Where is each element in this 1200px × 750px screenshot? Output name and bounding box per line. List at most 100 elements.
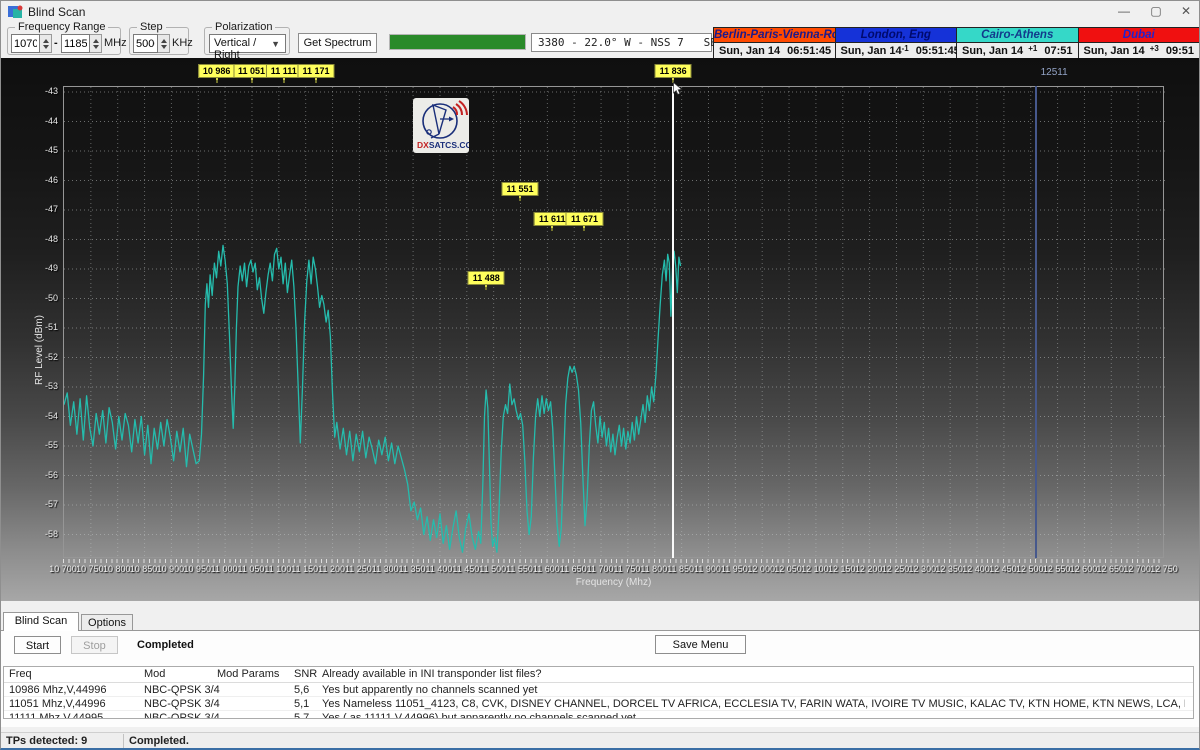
step-label: Step [137,21,166,33]
x-tick-label: 12 500 [1016,564,1044,574]
minor-ticks [63,559,1164,563]
stepper-arrows[interactable] [158,34,170,53]
frequency-range-label: Frequency Range [15,21,108,33]
status-bar: TPs detected: 9 Completed. [1,732,1199,749]
y-tick-label: -56 [1,470,58,480]
table-header-row: Freq Mod Mod Params SNR Already available in… [4,667,1193,683]
x-tick-label: 10 900 [157,564,185,574]
cursor-line [672,86,674,558]
cell-snr: 5,1 [294,698,309,710]
cell-freq: 11111 Mhz,V,44995 [9,712,103,719]
tab-blind-scan[interactable]: Blind Scan [3,612,79,631]
khz-unit-label: KHz [172,37,193,49]
x-tick-label: 12 100 [801,564,829,574]
status-divider [123,734,124,749]
clock-city-label: Dubai [1079,28,1200,43]
y-tick-label: -53 [1,381,58,391]
x-tick-label: 11 600 [533,564,560,574]
x-tick-label: 11 250 [345,564,372,574]
marker-flag: 11 836 [655,64,692,78]
x-tick-label: 12 050 [774,564,802,574]
clock-3: Cairo-AthensSun, Jan 14+107:51 [957,28,1079,60]
y-tick-label: -51 [1,322,58,332]
x-tick-label: 12 600 [1070,564,1098,574]
cell-mod: NBC-QPSK 3/4 [144,698,220,710]
cell-snr: 5,7 [294,712,309,719]
clock-date: Sun, Jan 14 [719,45,780,57]
frequency-from-input[interactable] [11,34,40,53]
table-row[interactable]: 11111 Mhz,V,44995NBC-QPSK 3/45,7Yes ( as… [4,711,1193,719]
x-tick-label: 11 850 [667,564,694,574]
dxsatcs-logo: DXSATCS.COM [413,98,469,153]
x-tick-label: 11 700 [587,564,614,574]
x-tick-label: 11 900 [694,564,721,574]
save-menu-button[interactable]: Save Menu [655,635,746,654]
maximize-icon[interactable]: ▢ [1141,1,1171,23]
table-row[interactable]: 10986 Mhz,V,44996NBC-QPSK 3/45,6Yes but … [4,683,1193,697]
clock-city-label: Cairo-Athens [957,28,1079,43]
x-tick-label: 11 750 [613,564,640,574]
polarization-group: Polarization Vertical / Right ▼ [204,27,290,55]
x-tick-label: 11 200 [318,564,345,574]
minimize-icon[interactable]: — [1109,1,1139,23]
clock-1: Berlin-Paris-Vienna-RomaSun, Jan 1406:51… [714,28,836,60]
column-header[interactable]: Freq [9,668,32,680]
x-tick-label: 11 500 [479,564,506,574]
y-tick-label: -55 [1,440,58,450]
status-completed-label: Completed. [129,735,189,747]
column-header[interactable]: Already available in INI transponder lis… [322,668,542,680]
y-tick-label: -54 [1,411,58,421]
y-tick-label: -49 [1,263,58,273]
tab-options[interactable]: Options [81,614,133,631]
clock-2: London, EngSun, Jan 14-105:51:45 [836,28,958,60]
scan-progress-bar [389,34,526,50]
x-tick-label: 12 300 [909,564,937,574]
polarization-select[interactable]: Vertical / Right ▼ [209,34,286,53]
marker-flag: 11 111 [266,64,302,78]
mouse-cursor-icon [673,82,683,95]
frequency-to-input[interactable] [61,34,90,53]
cell-freq: 10986 Mhz,V,44996 [9,684,106,696]
blind-scan-window: Blind Scan — ▢ ✕ Frequency Range - MHz S… [0,0,1200,750]
stepper-arrows[interactable] [40,34,52,53]
plot-area [63,86,1164,558]
close-icon[interactable]: ✕ [1171,1,1200,23]
clock-time: 07:51 [1044,45,1072,57]
tps-detected-label: TPs detected: 9 [6,735,87,747]
clock-utc-offset: -1 [902,44,909,53]
mhz-unit-label: MHz [104,37,127,49]
range-separator: - [54,37,58,49]
stop-button[interactable]: Stop [71,636,118,654]
table-row[interactable]: 11051 Mhz,V,44996NBC-QPSK 3/45,1Yes Name… [4,697,1193,711]
x-tick-label: 10 950 [184,564,212,574]
clock-4: DubaiSun, Jan 14+309:51 [1079,28,1200,60]
start-button[interactable]: Start [14,636,61,654]
blind-scan-tab-page: Start Stop Completed Save Menu FreqModMo… [1,630,1199,727]
x-tick-label: 11 350 [399,564,426,574]
clock-utc-offset: +3 [1150,44,1159,53]
step-stepper [133,34,170,53]
cell-already: Yes ( as 11111,V,44996) but apparently n… [322,712,1185,719]
x-tick-label: 11 100 [264,564,291,574]
spectrum-trace [64,245,681,552]
world-clocks: Berlin-Paris-Vienna-RomaSun, Jan 1406:51… [713,27,1199,59]
marker-flag: 11 551 [502,182,539,196]
column-header[interactable]: Mod Params [217,668,279,680]
y-tick-label: -58 [1,529,58,539]
step-input[interactable] [133,34,158,53]
column-header[interactable]: Mod [144,668,165,680]
clock-date: Sun, Jan 14 [1084,45,1145,57]
stepper-arrows[interactable] [90,34,102,53]
x-tick-label: 11 950 [721,564,748,574]
x-tick-label: 12 750 [1150,564,1178,574]
x-tick-label: 10 850 [130,564,158,574]
x-tick-label: 11 800 [640,564,667,574]
x-tick-label: 11 150 [291,564,318,574]
column-header[interactable]: SNR [294,668,317,680]
clock-time: 06:51:45 [787,45,831,57]
x-tick-label: 11 300 [372,564,399,574]
get-spectrum-button[interactable]: Get Spectrum [298,33,377,53]
marker-flag: 11 171 [297,64,334,78]
y-tick-label: -46 [1,175,58,185]
x-tick-label: 12 700 [1123,564,1151,574]
